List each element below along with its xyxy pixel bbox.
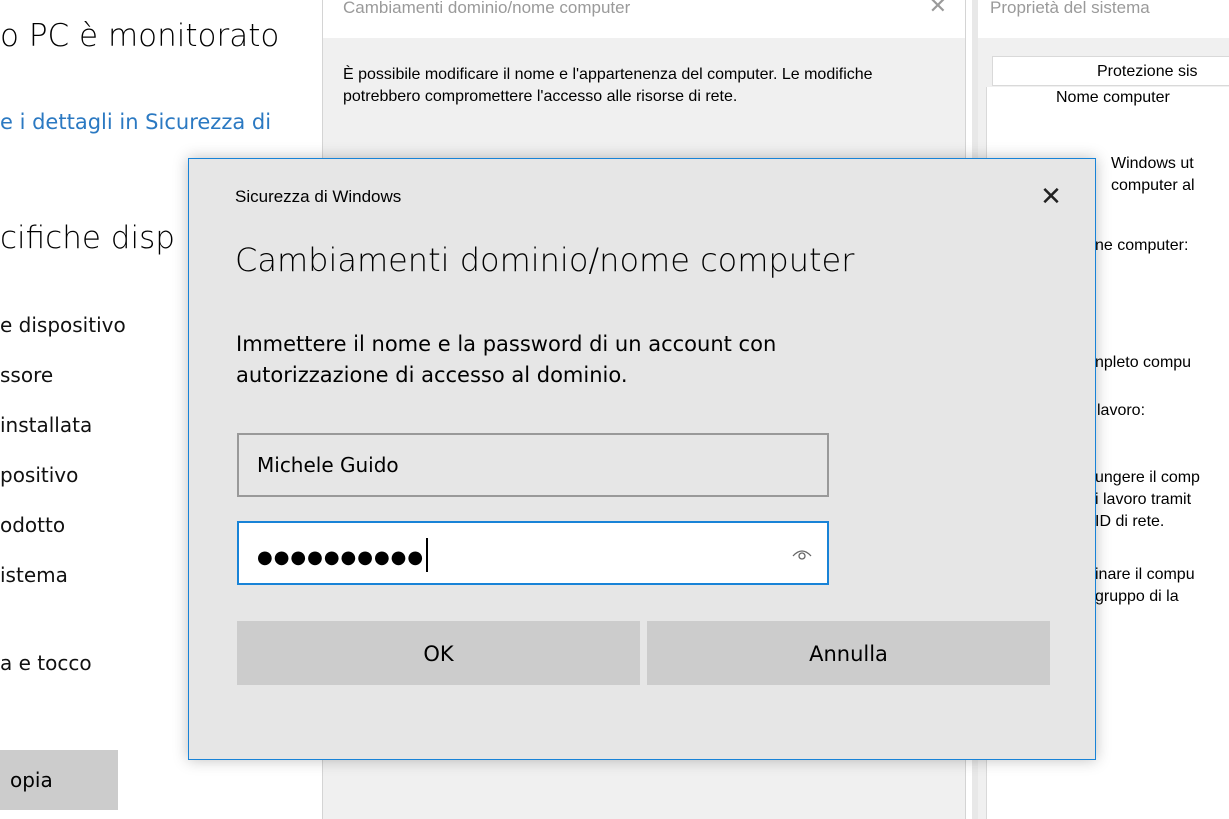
spec-label-system-type: istema [0, 563, 68, 587]
username-input[interactable] [239, 435, 827, 495]
system-properties-title: Proprietà del sistema [990, 0, 1150, 17]
username-field-box [237, 433, 829, 497]
domain-change-title: Cambiamenti dominio/nome computer [343, 0, 631, 17]
sysprop-line: inare il compu [1095, 566, 1195, 583]
domain-change-description: È possibile modificare il nome e l'appar… [343, 66, 873, 105]
device-specs-heading: cifiche disp [0, 220, 175, 256]
eye-icon[interactable] [791, 543, 813, 565]
sysprop-line: i lavoro tramit [1095, 491, 1192, 508]
sysprop-line: ne computer: [1095, 237, 1189, 254]
windows-security-dialog: Sicurezza di Windows ✕ Cambiamenti domin… [188, 158, 1096, 760]
settings-title: o PC è monitorato [0, 18, 280, 54]
spec-label-pen-touch: a e tocco [0, 651, 92, 675]
dialog-title: Cambiamenti dominio/nome computer [235, 241, 855, 279]
system-properties-titlebar: Proprietà del sistema [978, 0, 1229, 38]
close-icon[interactable]: ✕ [1031, 177, 1071, 217]
cancel-button[interactable]: Annulla [647, 621, 1050, 685]
password-field-box[interactable]: ●●●●●●●●●● [237, 521, 829, 585]
dialog-description: Immettere il nome e la password di un ac… [236, 332, 777, 387]
sysprop-line: lavoro: [1097, 402, 1146, 419]
password-mask: ●●●●●●●●●● [257, 547, 425, 568]
text-caret [426, 538, 429, 572]
domain-change-titlebar: Cambiamenti dominio/nome computer ✕ [323, 0, 965, 38]
dialog-app-name: Sicurezza di Windows [235, 187, 402, 206]
copy-button[interactable]: opia [0, 750, 118, 810]
spec-label-product-id: odotto [0, 513, 66, 537]
sysprop-line: npleto compu [1095, 354, 1192, 371]
password-input[interactable]: ●●●●●●●●●● [257, 538, 429, 575]
sysprop-line: computer al [1111, 177, 1195, 194]
close-icon[interactable]: ✕ [929, 0, 947, 19]
security-details-link[interactable]: e i dettagli in Sicurezza di [0, 110, 271, 134]
sysprop-line: ID di rete. [1095, 513, 1165, 530]
sysprop-line: ungere il comp [1095, 469, 1200, 486]
sysprop-line: Windows ut [1111, 155, 1194, 172]
spec-label-processor: ssore [0, 363, 54, 387]
spec-label-device-id: positivo [0, 463, 79, 487]
spec-label-device-name: e dispositivo [0, 313, 126, 337]
tab-system-protection[interactable]: Protezione sis [992, 56, 1229, 86]
sysprop-line: gruppo di la [1095, 588, 1179, 605]
spec-label-installed-ram: installata [0, 413, 93, 437]
tab-computer-name[interactable]: Nome computer [1056, 87, 1170, 109]
ok-button[interactable]: OK [237, 621, 640, 685]
